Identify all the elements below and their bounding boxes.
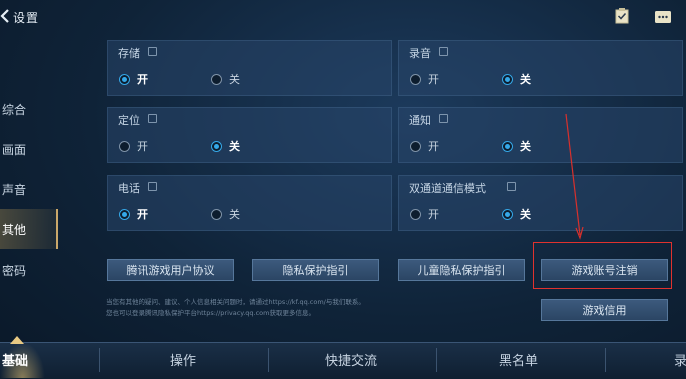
tab-basic[interactable]: 基础 bbox=[2, 350, 28, 369]
nav-item-password[interactable]: 密码 bbox=[0, 255, 58, 285]
nav-label: 综合 bbox=[2, 102, 27, 117]
setting-storage: 存储 开 关 bbox=[107, 40, 392, 96]
setting-label: 通知 bbox=[409, 114, 431, 127]
radio-icon[interactable] bbox=[410, 208, 421, 220]
radio-selected-icon[interactable] bbox=[119, 208, 130, 220]
radio-option-on[interactable]: 开 bbox=[410, 71, 439, 87]
info-icon[interactable] bbox=[439, 47, 448, 56]
nav-item-display[interactable]: 画面 bbox=[0, 134, 58, 164]
active-tab-indicator-icon bbox=[10, 336, 24, 344]
radio-icon[interactable] bbox=[211, 208, 222, 220]
info-icon[interactable] bbox=[148, 114, 157, 123]
radio-icon[interactable] bbox=[410, 140, 421, 152]
setting-label: 双通道通信模式 bbox=[409, 182, 486, 195]
nav-label: 其他 bbox=[2, 222, 27, 237]
radio-option-off[interactable]: 关 bbox=[211, 71, 240, 87]
radio-selected-icon[interactable] bbox=[502, 73, 513, 85]
game-credit-button[interactable]: 游戏信用 bbox=[541, 299, 668, 321]
radio-option-off[interactable]: 关 bbox=[211, 206, 240, 222]
nav-label: 密码 bbox=[2, 263, 27, 278]
tab-record[interactable]: 录 bbox=[674, 350, 686, 369]
radio-icon[interactable] bbox=[119, 140, 130, 152]
tab-divider bbox=[99, 348, 100, 372]
page-title: 设置 bbox=[13, 11, 40, 25]
highlight-box bbox=[533, 242, 672, 289]
setting-dual-channel: 双通道通信模式 开 关 bbox=[398, 175, 683, 231]
info-icon[interactable] bbox=[439, 114, 448, 123]
chat-icon[interactable] bbox=[655, 11, 671, 23]
setting-recording: 录音 开 关 bbox=[398, 40, 683, 96]
setting-location: 定位 开 关 bbox=[107, 107, 392, 163]
nav-label: 声音 bbox=[2, 182, 27, 197]
radio-selected-icon[interactable] bbox=[502, 140, 513, 152]
setting-notification: 通知 开 关 bbox=[398, 107, 683, 163]
top-bar: 设置 bbox=[0, 0, 686, 34]
user-agreement-button[interactable]: 腾讯游戏用户协议 bbox=[107, 259, 234, 281]
footnote-line1: 当您有其他的疑问、建议、个人信息相关问题时，请通过https://kf.qq.c… bbox=[106, 298, 365, 306]
radio-selected-icon[interactable] bbox=[502, 208, 513, 220]
tab-blacklist[interactable]: 黑名单 bbox=[499, 350, 538, 369]
tab-divider bbox=[268, 348, 269, 372]
radio-selected-icon[interactable] bbox=[211, 140, 222, 152]
radio-selected-icon[interactable] bbox=[119, 73, 130, 85]
setting-label: 电话 bbox=[118, 182, 140, 195]
child-privacy-button[interactable]: 儿童隐私保护指引 bbox=[398, 259, 525, 281]
radio-option-on[interactable]: 开 bbox=[410, 138, 439, 154]
setting-phone: 电话 开 关 bbox=[107, 175, 392, 231]
setting-label: 存储 bbox=[118, 47, 140, 60]
radio-option-off[interactable]: 关 bbox=[502, 71, 531, 87]
radio-option-on[interactable]: 开 bbox=[119, 206, 148, 222]
radio-option-off[interactable]: 关 bbox=[211, 138, 240, 154]
nav-label: 画面 bbox=[2, 142, 27, 157]
tab-quick-chat[interactable]: 快捷交流 bbox=[325, 350, 377, 369]
radio-option-on[interactable]: 开 bbox=[119, 71, 148, 87]
info-icon[interactable] bbox=[148, 182, 157, 191]
checklist-icon[interactable] bbox=[615, 8, 629, 24]
tab-divider bbox=[436, 348, 437, 372]
tab-divider bbox=[605, 348, 606, 372]
nav-item-general[interactable]: 综合 bbox=[0, 94, 58, 124]
privacy-guide-button[interactable]: 隐私保护指引 bbox=[252, 259, 379, 281]
radio-option-off[interactable]: 关 bbox=[502, 206, 531, 222]
setting-label: 录音 bbox=[409, 47, 431, 60]
info-icon[interactable] bbox=[148, 47, 157, 56]
tab-controls[interactable]: 操作 bbox=[170, 350, 196, 369]
back-icon[interactable] bbox=[0, 8, 10, 24]
radio-option-on[interactable]: 开 bbox=[410, 206, 439, 222]
radio-icon[interactable] bbox=[410, 73, 421, 85]
radio-icon[interactable] bbox=[211, 73, 222, 85]
footnote-line2: 您也可以登录腾讯隐私保护平台https://privacy.qq.com获取更多… bbox=[106, 309, 315, 317]
setting-label: 定位 bbox=[118, 114, 140, 127]
radio-option-off[interactable]: 关 bbox=[502, 138, 531, 154]
nav-item-other[interactable]: 其他 bbox=[0, 209, 58, 249]
annotation-arrow bbox=[565, 113, 584, 240]
nav-item-sound[interactable]: 声音 bbox=[0, 174, 58, 204]
radio-option-on[interactable]: 开 bbox=[119, 138, 148, 154]
info-icon[interactable] bbox=[507, 182, 516, 191]
